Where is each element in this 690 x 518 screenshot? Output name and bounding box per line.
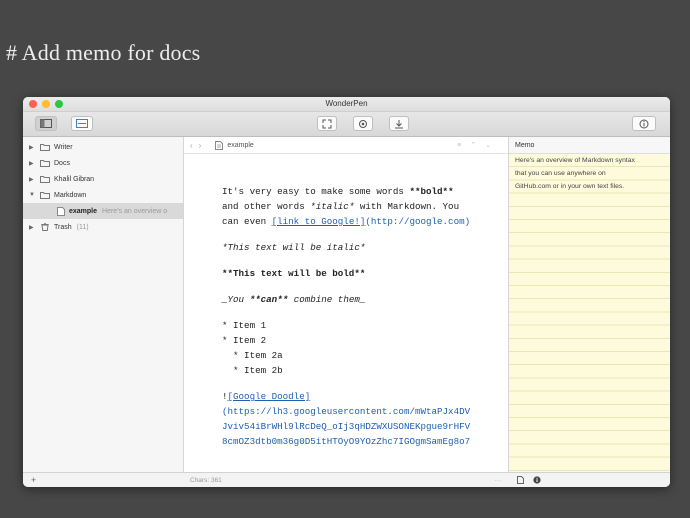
char-count: Chars: 361 [190,476,222,484]
memo-header: Memo [509,137,670,154]
editor-text[interactable]: It's very easy to make some words **bold… [184,154,508,473]
sidebar-item-trash[interactable]: ▶ Trash (11) [23,219,183,235]
folder-icon [40,192,50,199]
sidebar-toggle-button[interactable] [35,116,57,131]
focus-button[interactable] [353,116,373,131]
app-window: WonderPen ▶ Writer ▶ Docs ▶ Khalil Gibra… [23,97,670,487]
document-icon [215,140,224,150]
disclosure-icon[interactable]: ▶ [29,160,37,167]
folder-icon [40,160,50,167]
memo-line: Here's an overview of Markdown syntax [515,157,635,164]
sidebar: ▶ Writer ▶ Docs ▶ Khalil Gibran ▼ Markdo… [23,137,184,473]
info-icon [639,119,649,128]
sidebar-item-preview: Here's an overview o [102,207,168,215]
main-content: ▶ Writer ▶ Docs ▶ Khalil Gibran ▼ Markdo… [23,137,670,473]
add-button[interactable]: + [23,475,184,485]
fullscreen-icon [322,119,332,128]
export-icon [395,119,403,128]
panel-toggle-icon [76,119,88,128]
title-bar: WonderPen [23,97,670,112]
sidebar-item-label: example [69,207,98,215]
trash-icon [41,223,49,231]
disclosure-icon[interactable]: ▶ [29,144,37,151]
sidebar-toggle-icon [40,119,52,128]
folder-icon [40,144,50,151]
export-button[interactable] [389,116,409,131]
sidebar-item-khalil-gibran[interactable]: ▶ Khalil Gibran [23,171,183,187]
editor-header-controls[interactable]: ≡⌃⌄ [457,141,500,149]
image-alt-link[interactable]: [Google Doodle] [228,391,311,402]
sidebar-item-docs[interactable]: ▶ Docs [23,155,183,171]
memo-pane: Memo Here's an overview of Markdown synt… [509,137,670,473]
fullscreen-button[interactable] [317,116,337,131]
trash-count: (11) [76,223,89,231]
disclosure-icon[interactable]: ▶ [29,176,37,183]
sidebar-item-label: Docs [54,159,70,167]
status-bar: + Chars: 361 ··· [23,472,670,487]
link-text[interactable]: [link to Google!] [272,216,366,227]
toolbar [23,112,670,137]
panel-toggle-button[interactable] [71,116,93,131]
close-button[interactable] [29,100,37,108]
editor-header: ‹› example ≡⌃⌄ [184,137,508,154]
sidebar-item-label: Writer [54,143,73,151]
disclosure-icon[interactable]: ▶ [29,224,37,231]
sidebar-item-example[interactable]: example Here's an overview o [23,203,183,219]
folder-icon [40,176,50,183]
memo-doc-icon[interactable] [517,476,524,484]
disclosure-icon[interactable]: ▼ [29,192,37,198]
editor-doc-title: example [227,141,254,149]
minimize-button[interactable] [42,100,50,108]
memo-line: GitHub.com or in your own text files. [515,183,625,191]
more-options-button[interactable]: ··· [495,477,502,484]
document-icon [57,206,65,216]
char-count-area: Chars: 361 ··· [184,477,509,484]
memo-footer [509,476,670,484]
memo-text[interactable]: Here's an overview of Markdown syntax th… [509,154,670,473]
editor-pane: ‹› example ≡⌃⌄ It's very easy to make so… [184,137,509,473]
sidebar-item-markdown[interactable]: ▼ Markdown [23,187,183,203]
window-controls [29,100,63,108]
target-icon [359,119,367,128]
sidebar-item-label: Khalil Gibran [54,175,95,183]
sidebar-item-label: Markdown [54,191,87,199]
zoom-button[interactable] [55,100,63,108]
sidebar-item-writer[interactable]: ▶ Writer [23,139,183,155]
nav-arrows[interactable]: ‹› [190,141,207,150]
memo-line: that you can use anywhere on [515,170,606,178]
slide-title: # Add memo for docs [6,40,201,65]
sidebar-item-label: Trash [54,223,72,231]
memo-info-icon[interactable] [533,476,541,484]
info-button[interactable] [632,116,656,131]
window-title: WonderPen [325,99,368,108]
